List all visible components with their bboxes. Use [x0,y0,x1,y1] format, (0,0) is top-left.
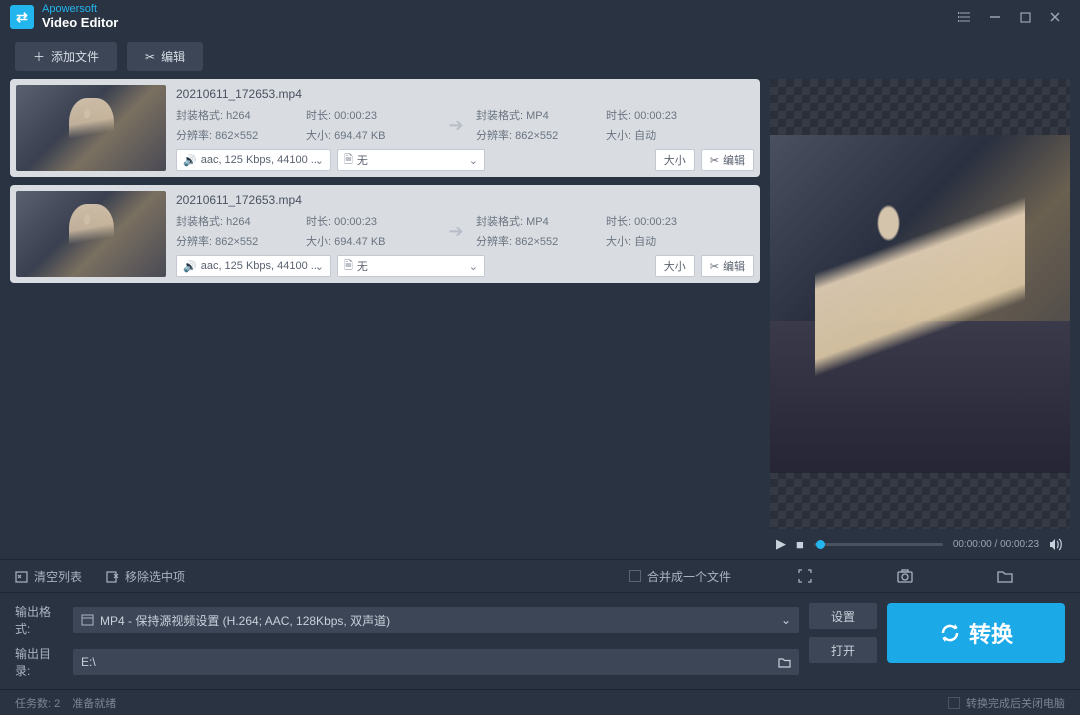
thumbnail[interactable] [16,191,166,277]
src-info2: 时长: 00:00:23大小: 694.47 KB [306,107,436,143]
browse-icon [778,656,791,668]
status-bar: 任务数: 2 准备就绪 转换完成后关闭电脑 [0,689,1080,715]
subtitle-select[interactable]: 🗎 无 ⌄ [337,255,485,277]
audio-track-select[interactable]: 🔊 aac, 125 Kbps, 44100 ... ⌄ [176,255,331,277]
seek-bar[interactable] [814,543,943,546]
app-name: Video Editor [42,15,118,31]
output-dir-field[interactable]: E:\ [73,649,799,675]
chevron-down-icon: ⌄ [315,154,324,167]
play-icon[interactable]: ▶ [776,536,786,552]
add-file-label: 添加文件 [51,48,99,65]
output-format-select[interactable]: MP4 - 保持源视频设置 (H.264; AAC, 128Kbps, 双声道)… [73,607,799,633]
clear-icon [15,570,28,583]
shutdown-checkbox[interactable] [948,697,960,709]
maximize-icon[interactable] [1010,7,1040,27]
merge-checkbox[interactable]: 合并成一个文件 [629,568,731,585]
chevron-down-icon: ⌄ [781,613,791,627]
edit-label: 编辑 [161,48,185,65]
stop-icon[interactable]: ■ [796,537,804,552]
settings-button[interactable]: 设置 [809,603,877,629]
chevron-down-icon: ⌄ [469,260,478,273]
format-icon [81,614,94,626]
subtitle-select[interactable]: 🗎 无 ⌄ [337,149,485,171]
clear-label: 清空列表 [34,568,82,585]
src-info: 封装格式: h264分辨率: 862×552 [176,213,306,249]
file-list: 20210611_172653.mp4 封装格式: h264分辨率: 862×5… [0,79,770,559]
app-title: Apowersoft Video Editor [42,4,118,31]
file-card[interactable]: 20210611_172653.mp4 封装格式: h264分辨率: 862×5… [10,79,760,177]
convert-label: 转换 [969,617,1013,649]
arrow-right-icon: ➔ [436,115,476,136]
audio-icon: 🔊 [183,154,197,167]
dst-info2: 时长: 00:00:23大小: 自动 [606,107,754,143]
dir-value: E:\ [81,655,96,669]
scissors-icon: ✂ [710,154,719,167]
thumbnail[interactable] [16,85,166,171]
list-actions-bar: 清空列表 移除选中项 合并成一个文件 [0,559,1080,593]
size-button[interactable]: 大小 [655,149,695,171]
size-button[interactable]: 大小 [655,255,695,277]
status-text: 准备就绪 [72,695,116,711]
scissors-icon: ✂ [145,50,155,64]
edit-button[interactable]: ✂ 编辑 [127,42,203,71]
toolbar: ＋ 添加文件 ✂ 编辑 [0,34,1080,79]
merge-label: 合并成一个文件 [647,568,731,585]
shutdown-label: 转换完成后关闭电脑 [966,695,1065,711]
format-value: MP4 - 保持源视频设置 (H.264; AAC, 128Kbps, 双声道) [100,612,390,629]
output-format-label: 输出格式: [15,603,65,637]
checkbox-icon [629,570,641,582]
file-name: 20210611_172653.mp4 [176,85,754,107]
main-area: 20210611_172653.mp4 封装格式: h264分辨率: 862×5… [0,79,1080,559]
scissors-icon: ✂ [710,260,719,273]
task-count: 任务数: 2 [15,695,60,711]
edit-item-button[interactable]: ✂编辑 [701,255,754,277]
brand-name: Apowersoft [42,4,118,15]
video-preview[interactable] [770,79,1070,529]
app-logo-icon: ⇄ [10,5,34,29]
snapshot-icon[interactable] [897,569,913,583]
close-icon[interactable] [1040,7,1070,27]
audio-track-select[interactable]: 🔊 aac, 125 Kbps, 44100 ... ⌄ [176,149,331,171]
src-info2: 时长: 00:00:23大小: 694.47 KB [306,213,436,249]
fullscreen-icon[interactable] [797,569,813,583]
file-name: 20210611_172653.mp4 [176,191,754,213]
dst-info: 封装格式: MP4分辨率: 862×552 [476,213,606,249]
folder-icon[interactable] [997,569,1013,583]
arrow-right-icon: ➔ [436,221,476,242]
chevron-down-icon: ⌄ [469,154,478,167]
remove-label: 移除选中项 [125,568,185,585]
dst-info: 封装格式: MP4分辨率: 862×552 [476,107,606,143]
chevron-down-icon: ⌄ [315,260,324,273]
output-dir-label: 输出目录: [15,645,65,679]
convert-button[interactable]: 转换 [887,603,1065,663]
titlebar: ⇄ Apowersoft Video Editor [0,0,1080,34]
subtitle-icon: 🗎 [344,151,353,170]
preview-panel: ▶ ■ 00:00:00 / 00:00:23 [770,79,1080,559]
add-file-button[interactable]: ＋ 添加文件 [15,42,117,71]
dst-info2: 时长: 00:00:23大小: 自动 [606,213,754,249]
volume-icon[interactable] [1049,538,1064,551]
subtitle-icon: 🗎 [344,257,353,276]
edit-item-button[interactable]: ✂编辑 [701,149,754,171]
refresh-icon [939,622,961,644]
minimize-icon[interactable] [980,7,1010,27]
clear-list-button[interactable]: 清空列表 [15,568,82,585]
output-panel: 输出格式: MP4 - 保持源视频设置 (H.264; AAC, 128Kbps… [0,593,1080,689]
plus-icon: ＋ [33,48,45,65]
menu-icon[interactable] [950,7,980,27]
open-button[interactable]: 打开 [809,637,877,663]
audio-icon: 🔊 [183,260,197,273]
player-controls: ▶ ■ 00:00:00 / 00:00:23 [770,529,1070,559]
timecode: 00:00:00 / 00:00:23 [953,539,1039,550]
src-info: 封装格式: h264分辨率: 862×552 [176,107,306,143]
remove-icon [106,570,119,583]
file-card[interactable]: 20210611_172653.mp4 封装格式: h264分辨率: 862×5… [10,185,760,283]
remove-selected-button[interactable]: 移除选中项 [106,568,185,585]
